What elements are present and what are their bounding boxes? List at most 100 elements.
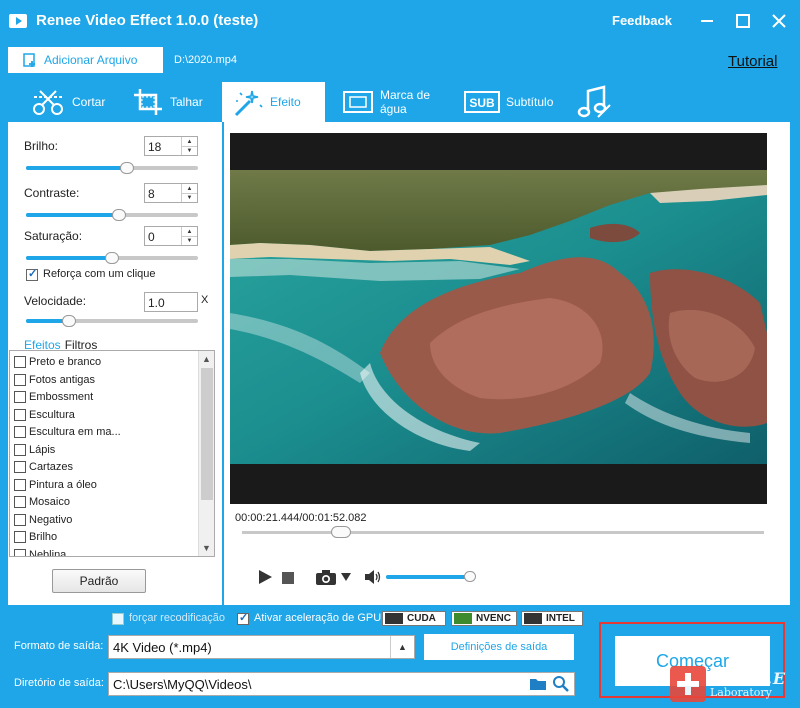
brightness-slider-thumb[interactable] bbox=[120, 162, 135, 174]
saturation-slider-thumb[interactable] bbox=[105, 252, 119, 264]
saturation-up-icon[interactable]: ▲ bbox=[182, 227, 197, 236]
preview-panel: 00:00:21.444/00:01:52.082 bbox=[224, 122, 790, 605]
effect-checkbox[interactable] bbox=[14, 426, 26, 438]
brightness-up-icon[interactable]: ▲ bbox=[182, 137, 197, 146]
list-item[interactable]: Embossment bbox=[14, 388, 93, 406]
effect-checkbox[interactable] bbox=[14, 514, 26, 526]
speed-input[interactable]: 1.0 bbox=[144, 292, 198, 312]
list-item[interactable]: Neblina bbox=[14, 546, 67, 557]
tab-efeito[interactable]: Efeito bbox=[222, 82, 325, 122]
effect-label: Fotos antigas bbox=[29, 374, 96, 386]
search-icon[interactable] bbox=[552, 675, 570, 693]
force-reencode-checkbox[interactable] bbox=[112, 613, 124, 625]
contrast-label: Contraste: bbox=[24, 186, 80, 200]
chevron-up-icon[interactable]: ▲ bbox=[390, 636, 414, 658]
list-item[interactable]: Escultura em ma... bbox=[14, 423, 121, 441]
video-preview[interactable] bbox=[230, 133, 767, 504]
effect-checkbox[interactable] bbox=[14, 391, 26, 403]
list-item[interactable]: Mosaico bbox=[14, 493, 70, 511]
seek-bar[interactable] bbox=[242, 526, 764, 538]
list-item[interactable]: Escultura bbox=[14, 406, 75, 424]
saturation-slider[interactable] bbox=[26, 252, 198, 264]
effect-label: Negativo bbox=[29, 514, 73, 526]
effect-checkbox[interactable] bbox=[14, 409, 26, 421]
brightness-value: 18 bbox=[148, 140, 162, 154]
contrast-down-icon[interactable]: ▼ bbox=[182, 193, 197, 202]
effect-checkbox[interactable] bbox=[14, 531, 26, 543]
output-settings-button[interactable]: Definições de saída bbox=[424, 634, 574, 660]
output-format-label: Formato de saída: bbox=[14, 640, 104, 652]
cuda-label: CUDA bbox=[407, 613, 436, 624]
output-dir-field[interactable]: C:\Users\MyQQ\Videos\ bbox=[108, 672, 575, 696]
svg-text:SUB: SUB bbox=[469, 96, 495, 110]
saturation-spinbox[interactable]: 0 ▲ ▼ bbox=[144, 226, 198, 246]
scroll-down-icon[interactable]: ▼ bbox=[199, 540, 214, 556]
effect-checkbox[interactable] bbox=[14, 479, 26, 491]
brightness-spinbox[interactable]: 18 ▲ ▼ bbox=[144, 136, 198, 156]
contrast-slider-thumb[interactable] bbox=[111, 209, 126, 221]
default-button[interactable]: Padrão bbox=[52, 569, 146, 593]
maximize-icon[interactable] bbox=[732, 10, 754, 32]
brightness-down-icon[interactable]: ▼ bbox=[182, 146, 197, 155]
volume-icon[interactable] bbox=[365, 570, 381, 584]
effect-checkbox[interactable] bbox=[14, 461, 26, 473]
effect-label: Cartazes bbox=[29, 461, 74, 473]
list-item[interactable]: Preto e branco bbox=[14, 353, 101, 371]
file-path: D:\2020.mp4 bbox=[174, 54, 237, 66]
tab-music[interactable] bbox=[568, 82, 622, 122]
output-format-select[interactable]: 4K Video (*.mp4) ▲ bbox=[108, 635, 415, 659]
speed-slider[interactable] bbox=[26, 315, 198, 327]
list-item[interactable]: Lápis bbox=[14, 441, 55, 459]
camera-icon[interactable] bbox=[316, 570, 336, 585]
contrast-value: 8 bbox=[148, 187, 155, 201]
scroll-thumb[interactable] bbox=[201, 368, 213, 500]
brightness-slider[interactable] bbox=[26, 162, 198, 174]
play-icon[interactable] bbox=[258, 570, 272, 584]
effect-checkbox[interactable] bbox=[14, 374, 26, 386]
tab-marca-de-agua[interactable]: Marca de água bbox=[334, 82, 454, 122]
effect-checkbox[interactable] bbox=[14, 356, 26, 368]
effect-label: Neblina bbox=[29, 549, 67, 557]
tab-talhar[interactable]: Talhar bbox=[124, 82, 210, 122]
video-frame-image bbox=[230, 133, 767, 504]
effect-checkbox[interactable] bbox=[14, 496, 26, 508]
effect-list-scrollbar[interactable]: ▲ ▼ bbox=[198, 351, 214, 556]
speed-slider-thumb[interactable] bbox=[62, 315, 76, 327]
close-icon[interactable] bbox=[768, 10, 790, 32]
force-reencode-label: forçar recodificação bbox=[129, 612, 225, 624]
effect-label: Brilho bbox=[29, 531, 58, 543]
watermark-logo: RENE.E Laboratory bbox=[670, 664, 786, 704]
list-item[interactable]: Brilho bbox=[14, 528, 57, 546]
seek-thumb[interactable] bbox=[331, 526, 352, 538]
volume-slider[interactable] bbox=[386, 571, 477, 582]
tab-subtitulo[interactable]: SUB Subtítulo bbox=[456, 82, 556, 122]
output-dir-value: C:\Users\MyQQ\Videos\ bbox=[113, 677, 252, 692]
add-file-icon bbox=[23, 53, 35, 67]
effect-checkbox[interactable] bbox=[14, 549, 26, 556]
medical-cross-icon bbox=[670, 666, 706, 702]
list-item[interactable]: Negativo bbox=[14, 511, 72, 529]
minimize-icon[interactable] bbox=[696, 10, 718, 32]
folder-icon[interactable] bbox=[529, 676, 547, 692]
gpu-acceleration-checkbox[interactable] bbox=[237, 611, 249, 625]
effect-checkbox[interactable] bbox=[14, 444, 26, 456]
contrast-slider-fill bbox=[26, 213, 119, 217]
brightness-slider-fill bbox=[26, 166, 128, 170]
tutorial-link[interactable]: Tutorial bbox=[728, 53, 777, 70]
list-item[interactable]: Cartazes bbox=[14, 458, 73, 476]
one-click-checkbox[interactable] bbox=[26, 267, 38, 281]
list-item[interactable]: Fotos antigas bbox=[14, 371, 95, 389]
feedback-link[interactable]: Feedback bbox=[612, 13, 672, 28]
volume-thumb[interactable] bbox=[464, 571, 477, 582]
list-item[interactable]: Pintura a óleo bbox=[14, 476, 97, 494]
contrast-up-icon[interactable]: ▲ bbox=[182, 184, 197, 193]
tab-cortar[interactable]: Cortar bbox=[22, 82, 108, 122]
stop-icon[interactable] bbox=[282, 572, 294, 584]
scroll-up-icon[interactable]: ▲ bbox=[199, 351, 214, 367]
app-logo-icon bbox=[9, 14, 27, 28]
saturation-down-icon[interactable]: ▼ bbox=[182, 236, 197, 245]
add-file-button[interactable]: Adicionar Arquivo bbox=[8, 47, 163, 73]
camera-dropdown-icon[interactable] bbox=[341, 573, 351, 581]
contrast-slider[interactable] bbox=[26, 209, 198, 221]
contrast-spinbox[interactable]: 8 ▲ ▼ bbox=[144, 183, 198, 203]
